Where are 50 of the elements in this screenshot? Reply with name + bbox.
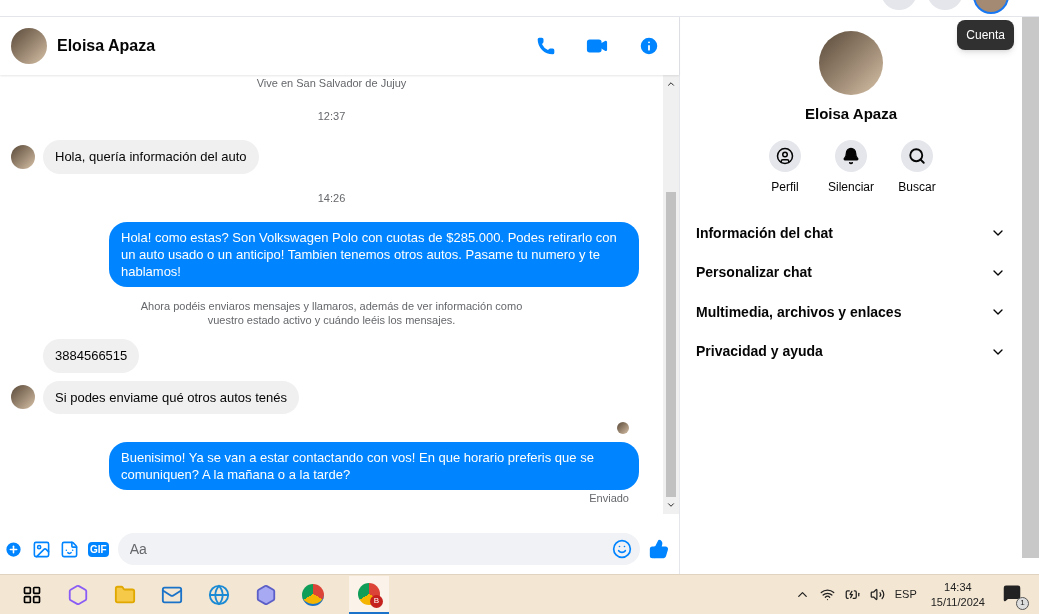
page-scrollbar[interactable] xyxy=(1022,17,1039,558)
section-header[interactable]: Personalizar chat xyxy=(680,253,1022,293)
scroll-down-icon[interactable] xyxy=(666,500,676,510)
sticker-icon[interactable] xyxy=(60,539,79,559)
notice-text: Ahora podéis enviaros mensajes y llamaros, además de ver información como vuestro estado activo y cuándo leéis los mensajes. xyxy=(139,299,524,327)
phone-icon[interactable] xyxy=(536,36,556,56)
section-header[interactable]: Multimedia, archivos y enlaces xyxy=(680,292,1022,332)
battery-icon[interactable] xyxy=(844,587,860,602)
outgoing-message: Hola! como estas? Son Volkswagen Polo con cuotas de $285.000. Podes retirarlo con un auto usado o un anticipo! Tambien tenemos otros autos. Pasame tu numero y te hablamos! xyxy=(109,222,639,287)
plus-icon[interactable] xyxy=(4,539,23,559)
seen-avatar xyxy=(617,422,629,434)
browser-button[interactable]: B xyxy=(349,575,389,614)
timestamp: 14:26 xyxy=(317,190,346,206)
network-icon[interactable] xyxy=(819,587,835,602)
search-icon xyxy=(908,146,926,165)
tooltip: Cuenta xyxy=(957,20,1014,50)
message-input[interactable]: Aa xyxy=(117,533,640,565)
profile-icon xyxy=(776,146,794,165)
browser-icon[interactable] xyxy=(208,583,230,606)
contact-avatar xyxy=(11,28,47,64)
volume-icon[interactable] xyxy=(869,587,885,602)
contact-avatar xyxy=(11,385,35,410)
action-button[interactable]: Perfil xyxy=(762,139,808,196)
incoming-message: Hola, quería información del auto xyxy=(43,140,259,174)
gif-button[interactable]: GIF xyxy=(88,541,109,557)
action-button[interactable]: Buscar xyxy=(894,139,940,196)
incoming-message: 3884566515 xyxy=(43,339,140,373)
like-icon[interactable] xyxy=(649,539,669,559)
emoji-icon[interactable] xyxy=(612,539,632,559)
status-text: Enviado xyxy=(589,491,629,506)
info-icon[interactable] xyxy=(638,35,660,57)
scrollbar[interactable] xyxy=(663,75,679,514)
app-icon[interactable] xyxy=(255,583,277,606)
image-icon[interactable] xyxy=(32,539,51,559)
task-view-icon[interactable] xyxy=(22,584,42,605)
intro-text: Vive en San Salvador de Jujuy xyxy=(256,76,407,91)
clock[interactable]: 14:34 15/11/2024 xyxy=(930,579,985,610)
language-indicator[interactable]: ESP xyxy=(894,586,917,603)
contact-avatar xyxy=(11,144,35,169)
action-button[interactable]: Silenciar xyxy=(828,139,874,196)
bell-icon xyxy=(842,146,860,165)
section-header[interactable]: Información del chat xyxy=(680,213,1022,253)
incoming-message: Si podes enviame qué otros autos tenés xyxy=(43,380,299,414)
browser-icon[interactable] xyxy=(302,583,324,606)
profile-name: Eloisa Apaza xyxy=(805,104,897,124)
scroll-up-icon[interactable] xyxy=(666,79,676,89)
section-header[interactable]: Privacidad y ayuda xyxy=(680,332,1022,372)
contact-name: Eloisa Apaza xyxy=(57,36,157,56)
outgoing-message: Buenisimo! Ya se van a estar contactando con vos! En que horario preferis que se comuniquen? A la mañana o a la tarde? xyxy=(109,442,639,490)
timestamp: 12:37 xyxy=(317,108,346,124)
